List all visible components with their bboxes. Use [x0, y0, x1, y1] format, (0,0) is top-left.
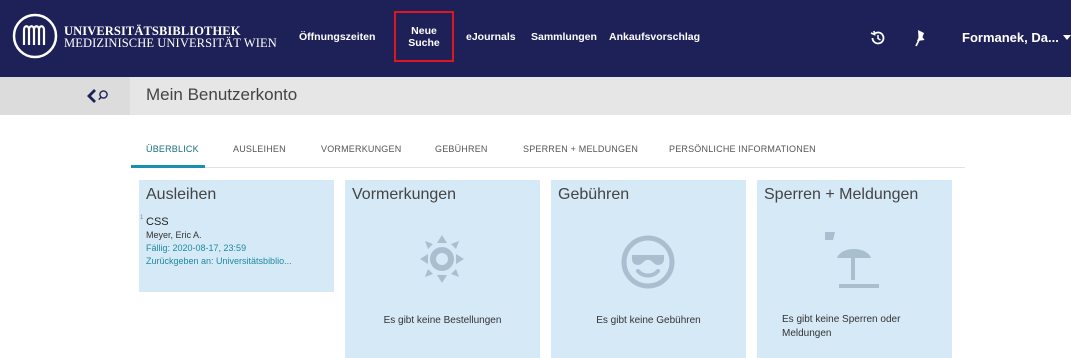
- loan-title[interactable]: CSS: [146, 216, 292, 229]
- back-icon[interactable]: [86, 86, 112, 106]
- tile-fees[interactable]: Gebühren Es gibt keine Gebühren: [551, 180, 746, 358]
- loan-index: 1: [140, 215, 144, 221]
- tile-reservations[interactable]: Vormerkungen Es gibt keine Bestellungen: [345, 180, 540, 358]
- loan-author: Meyer, Eric A.: [146, 230, 202, 240]
- chevron-down-icon[interactable]: [1063, 35, 1071, 40]
- brand-name[interactable]: UNIVERSITÄTSBIBLIOTHEK MEDIZINISCHE UNIV…: [64, 25, 277, 50]
- tab-fees[interactable]: GEBÜHREN: [435, 144, 488, 154]
- beach-umbrella-icon: [825, 232, 879, 288]
- loan-return-location: Zurückgeben an: Universitätsbiblio...: [146, 256, 292, 266]
- tab-loans[interactable]: AUSLEIHEN: [233, 144, 286, 154]
- tile-blocks-empty-line-1: Es gibt keine Sperren oder: [782, 314, 901, 325]
- search-icon: [99, 90, 108, 99]
- tile-reservations-empty-message: Es gibt keine Bestellungen: [383, 315, 502, 326]
- tile-blocks-empty-message: Es gibt keine Sperren oder Meldungen: [782, 313, 900, 341]
- nav-new-search-line-2: Suche: [408, 37, 440, 49]
- tab-personal-information[interactable]: PERSÖNLICHE INFORMATIONEN: [669, 144, 816, 154]
- history-icon[interactable]: [868, 28, 888, 48]
- nav-new-search[interactable]: Neue Suche: [394, 11, 454, 62]
- tile-blocks-title: Sperren + Meldungen: [764, 186, 919, 203]
- smiley-sunglasses-icon: [621, 235, 675, 289]
- tile-blocks-messages[interactable]: Sperren + Meldungen Es gibt keine Sperre…: [757, 180, 952, 358]
- page-title: Mein Benutzerkonto: [146, 85, 298, 104]
- tab-blocks-messages[interactable]: SPERREN + MELDUNGEN: [523, 144, 638, 154]
- nav-opening-hours[interactable]: Öffnungszeiten: [299, 31, 375, 43]
- brand-line-2: MEDIZINISCHE UNIVERSITÄT WIEN: [64, 36, 277, 50]
- tab-overview[interactable]: ÜBERBLICK: [146, 144, 199, 154]
- account-tabs: ÜBERBLICK AUSLEIHEN VORMERKUNGEN GEBÜHRE…: [131, 138, 965, 168]
- nav-ejournals[interactable]: eJournals: [466, 31, 516, 43]
- tile-blocks-empty-line-2: Meldungen: [782, 328, 832, 339]
- account-subheader: Mein Benutzerkonto: [0, 77, 1071, 115]
- top-navigation-bar: UNIVERSITÄTSBIBLIOTHEK MEDIZINISCHE UNIV…: [0, 0, 1071, 77]
- sun-icon: [420, 235, 464, 283]
- tile-reservations-title: Vormerkungen: [352, 186, 457, 203]
- tile-fees-title: Gebühren: [558, 186, 630, 203]
- tile-loans[interactable]: Ausleihen 1 CSS Meyer, Eric A. Fällig: 2…: [139, 180, 334, 292]
- loan-due-date: Fällig: 2020-08-17, 23:59: [146, 243, 247, 253]
- loan-item[interactable]: 1 CSS Meyer, Eric A. Fällig: 2020-08-17,…: [140, 215, 292, 268]
- tab-reservations[interactable]: VORMERKUNGEN: [321, 144, 401, 154]
- user-menu[interactable]: Formanek, Da...: [962, 30, 1059, 45]
- nav-purchase-suggestion[interactable]: Ankaufsvorschlag: [609, 31, 700, 43]
- tile-loans-title: Ausleihen: [146, 186, 217, 203]
- pin-icon[interactable]: [910, 28, 930, 48]
- nav-new-search-line-1: Neue: [411, 25, 437, 37]
- university-logo[interactable]: [12, 13, 58, 59]
- nav-collections[interactable]: Sammlungen: [531, 31, 597, 43]
- active-tab-indicator: [131, 165, 205, 168]
- tile-fees-empty-message: Es gibt keine Gebühren: [596, 315, 701, 326]
